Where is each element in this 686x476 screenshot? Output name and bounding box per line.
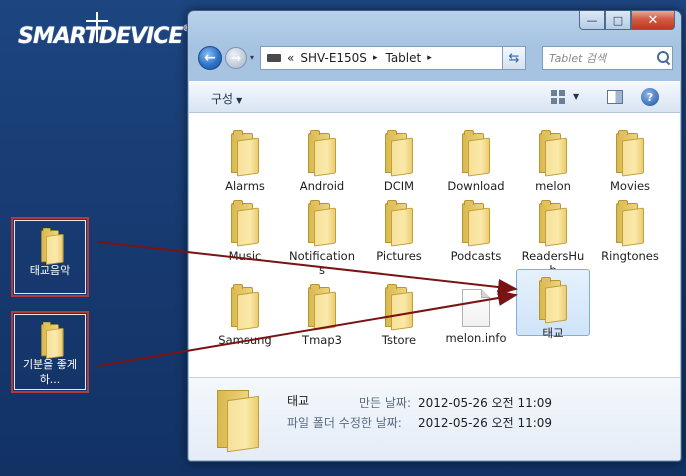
- folder-alarms[interactable]: Alarms: [207, 129, 283, 193]
- file-name: melon.info: [445, 331, 507, 345]
- modified-date-label: 파일 폴더 수정한 날짜:: [287, 416, 402, 430]
- help-icon[interactable]: ?: [641, 88, 659, 106]
- folder-notifications[interactable]: Notifications: [284, 199, 360, 277]
- breadcrumb-device[interactable]: SHV-E150S: [300, 51, 367, 65]
- folder-icon: [306, 130, 338, 177]
- breadcrumb-separator[interactable]: ▸: [427, 53, 432, 63]
- address-bar[interactable]: « SHV-E150S ▸ Tablet ▸ ▾: [260, 46, 523, 70]
- preview-pane-icon[interactable]: [607, 90, 623, 104]
- logo-cross-horizontal: [86, 20, 108, 22]
- breadcrumb-tablet[interactable]: Tablet: [385, 51, 421, 65]
- file-name: Tmap3: [302, 333, 342, 347]
- back-button[interactable]: ←: [198, 46, 222, 70]
- close-button[interactable]: ✕: [631, 11, 675, 30]
- folder-tmap3[interactable]: Tmap3: [284, 283, 360, 347]
- history-dropdown-icon[interactable]: ▾: [250, 53, 254, 62]
- folder-icon: [537, 277, 569, 324]
- folder-icon: [383, 130, 415, 177]
- file-name: 태교: [542, 326, 564, 340]
- organize-button[interactable]: 구성 ▼: [211, 90, 242, 107]
- file-name: Android: [299, 179, 345, 193]
- caption-buttons: — □ ✕: [579, 11, 675, 30]
- folder-ringtones[interactable]: Ringtones: [592, 199, 668, 263]
- device-icon: [267, 54, 281, 62]
- folder-icon: [40, 321, 64, 360]
- document-icon: [462, 289, 490, 327]
- refresh-button[interactable]: ⇆: [502, 46, 526, 70]
- view-options-chevron-icon[interactable]: ▼: [573, 92, 579, 101]
- file-name: Tstore: [381, 333, 417, 347]
- command-bar: 구성 ▼ ▼ ?: [189, 81, 680, 113]
- folder-icon: [383, 284, 415, 331]
- desktop-folder-music[interactable]: 태교음악: [11, 217, 89, 297]
- brand-logo-text: SMARTDEVICE: [18, 24, 183, 49]
- folder-melon[interactable]: melon: [515, 129, 591, 193]
- details-item-name: 태교: [287, 394, 310, 408]
- search-icon[interactable]: [657, 51, 669, 65]
- folder-dcim[interactable]: DCIM: [361, 129, 437, 193]
- folder-icon: [537, 200, 569, 247]
- folder-icon: [229, 284, 261, 331]
- folder-podcasts[interactable]: Podcasts: [438, 199, 514, 263]
- folder-icon: [306, 200, 338, 247]
- folder-icon: [229, 200, 261, 247]
- file-name: Notifications: [289, 249, 355, 277]
- folder-pictures[interactable]: Pictures: [361, 199, 437, 263]
- folder-icon: [215, 388, 261, 453]
- address-overflow[interactable]: «: [287, 51, 294, 65]
- folder-icon: [614, 130, 646, 177]
- brand-logo: SMARTDEVICE®: [18, 24, 191, 49]
- folder-movies[interactable]: Movies: [592, 129, 668, 193]
- file-name: Pictures: [376, 249, 422, 263]
- folder-tstore[interactable]: Tstore: [361, 283, 437, 347]
- change-view-icon[interactable]: [551, 90, 565, 104]
- folder-icon: [614, 200, 646, 247]
- file-name: Download: [447, 179, 505, 193]
- file-name: Podcasts: [450, 249, 502, 263]
- modified-date-value: 2012-05-26 오전 11:09: [418, 416, 553, 430]
- explorer-window: — □ ✕ ← → ▾ « SHV-E150S ▸ Tablet ▸ ▾ ⇆ 구…: [187, 10, 682, 462]
- file-name: Samsung: [218, 333, 272, 347]
- details-pane: 태교 만든 날짜: 2012-05-26 오전 11:09 파일 폴더 수정한 …: [189, 377, 680, 460]
- file-name: Music: [228, 249, 262, 263]
- file-list: Alarms Android DCIM Download melon Movie…: [189, 113, 680, 377]
- folder-icon: [460, 200, 492, 247]
- folder-icon: [306, 284, 338, 331]
- organize-label: 구성: [211, 92, 234, 106]
- file-name: DCIM: [383, 179, 415, 193]
- navigation-bar: ← → ▾ « SHV-E150S ▸ Tablet ▸ ▾ ⇆: [196, 44, 673, 72]
- folder-icon: [383, 200, 415, 247]
- folder-icon: [460, 130, 492, 177]
- created-date-value: 2012-05-26 오전 11:09: [418, 396, 553, 410]
- chevron-down-icon: ▼: [236, 96, 243, 105]
- folder-icon: [229, 130, 261, 177]
- folder-taegyo-selected[interactable]: 태교: [516, 269, 590, 340]
- forward-button[interactable]: →: [225, 47, 247, 69]
- created-date-label: 만든 날짜:: [359, 396, 412, 410]
- file-melon-info[interactable]: melon.info: [438, 283, 514, 345]
- folder-icon: [537, 130, 569, 177]
- folder-download[interactable]: Download: [438, 129, 514, 193]
- search-input[interactable]: [549, 51, 657, 65]
- file-name: Ringtones: [601, 249, 659, 263]
- search-box[interactable]: [542, 46, 673, 70]
- folder-readershub[interactable]: ReadersHub: [515, 199, 591, 277]
- folder-music[interactable]: Music: [207, 199, 283, 263]
- breadcrumb-separator[interactable]: ▸: [373, 53, 378, 63]
- minimize-button[interactable]: —: [579, 11, 605, 30]
- file-name: melon: [535, 179, 571, 193]
- maximize-button[interactable]: □: [605, 11, 631, 30]
- logo-cross-vertical: [96, 12, 98, 42]
- folder-icon: [40, 227, 64, 266]
- desktop-folder-mood[interactable]: 기분을 좋게하...: [11, 311, 89, 393]
- file-name: Movies: [609, 179, 651, 193]
- file-name: Alarms: [225, 179, 265, 193]
- folder-android[interactable]: Android: [284, 129, 360, 193]
- folder-samsung[interactable]: Samsung: [207, 283, 283, 347]
